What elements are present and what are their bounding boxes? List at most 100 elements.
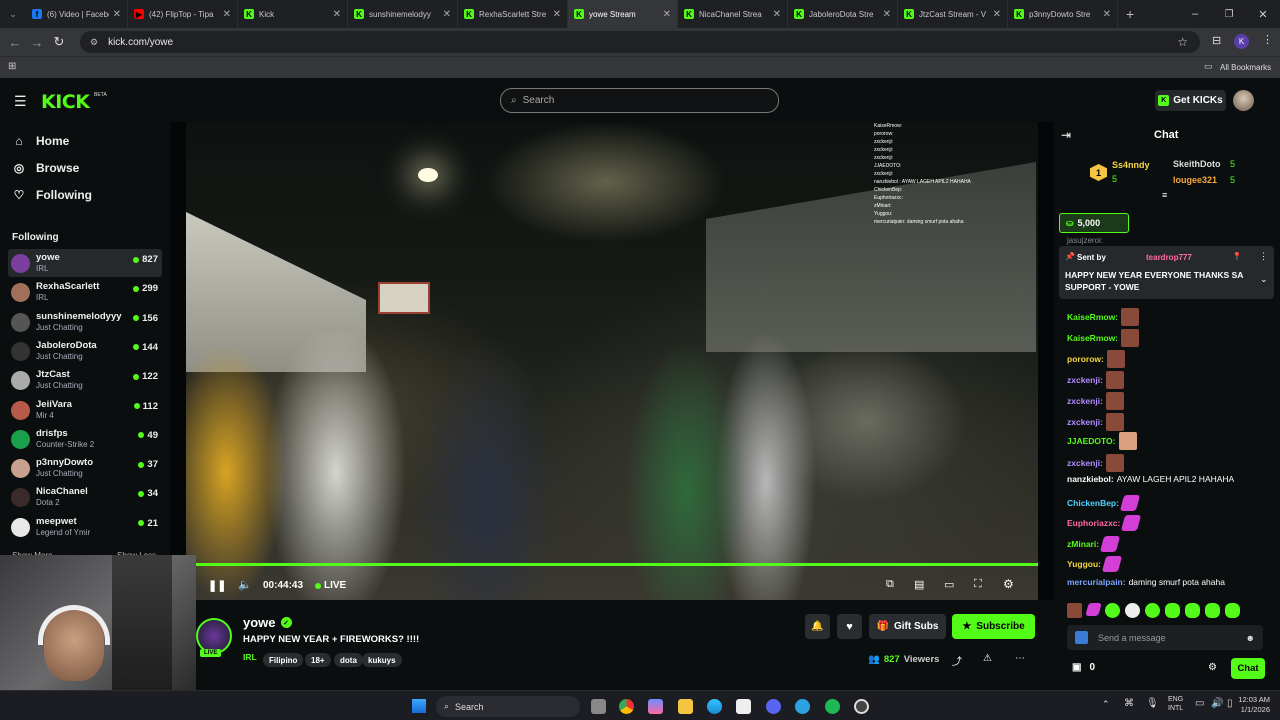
sidebar-nav-browse[interactable]: ◎ Browse bbox=[12, 161, 80, 175]
fullscreen-icon[interactable]: ⛶ bbox=[974, 578, 982, 591]
kick-logo[interactable]: KICK bbox=[41, 91, 90, 113]
browser-tab[interactable]: K NicaChanel Strea ✕ bbox=[678, 0, 788, 28]
tab-close-icon[interactable]: ✕ bbox=[113, 9, 121, 20]
pinned-user[interactable]: teardrop777 bbox=[1146, 253, 1192, 262]
stream-tag[interactable]: 18+ bbox=[305, 653, 331, 667]
subscribe-button[interactable]: ★ Subscribe bbox=[952, 614, 1035, 639]
emote-4[interactable] bbox=[1125, 603, 1140, 618]
chrome-icon[interactable] bbox=[619, 699, 634, 714]
pinned-more-icon[interactable]: ⋮ bbox=[1259, 251, 1268, 262]
report-icon[interactable]: ⚠ bbox=[983, 653, 992, 664]
followed-channel[interactable]: JeiiVara Mir 4 112 bbox=[8, 396, 162, 424]
chat-username[interactable]: zxckenji: bbox=[1067, 396, 1103, 406]
copilot-icon[interactable] bbox=[648, 699, 663, 714]
followed-channel[interactable]: NicaChanel Dota 2 34 bbox=[8, 483, 162, 511]
browser-tab[interactable]: f (6) Video | Facebo ✕ bbox=[26, 0, 128, 28]
followed-channel[interactable]: JtzCast Just Chatting 122 bbox=[8, 366, 162, 394]
all-bookmarks-link[interactable]: All Bookmarks bbox=[1220, 63, 1271, 72]
tray-chevron-icon[interactable]: ⌃ bbox=[1102, 699, 1110, 710]
chat-username[interactable]: zxckenji: bbox=[1067, 375, 1103, 385]
kicks-goal-badge[interactable]: ⛀ 5,000 bbox=[1059, 213, 1129, 233]
apps-icon[interactable]: ⊞ bbox=[8, 61, 16, 72]
pause-icon[interactable]: ❚❚ bbox=[208, 579, 226, 592]
channel-name[interactable]: yowe ✓ bbox=[243, 615, 292, 630]
reload-button[interactable]: ↻ bbox=[48, 31, 70, 53]
network-icon[interactable]: ⌘ bbox=[1124, 698, 1134, 709]
browser-tab[interactable]: Kp3nnyDowto Stre ✕ bbox=[1008, 0, 1118, 28]
language-indicator[interactable]: ENG INTL bbox=[1168, 695, 1183, 713]
display-icon[interactable]: ▭ bbox=[1195, 698, 1204, 709]
followed-channel[interactable]: sunshinemelodyyy Just Chatting 156 bbox=[8, 308, 162, 336]
emote-1[interactable] bbox=[1067, 603, 1082, 618]
tab-close-icon[interactable]: ✕ bbox=[553, 9, 561, 20]
tab-close-icon[interactable]: ✕ bbox=[1103, 9, 1111, 20]
sidebar-nav-home[interactable]: ⌂ Home bbox=[12, 134, 69, 148]
browser-tab[interactable]: K JtzCast Stream - V ✕ bbox=[898, 0, 1008, 28]
chat-username[interactable]: zMinari: bbox=[1067, 539, 1099, 549]
expand-leaders-icon[interactable]: ≡ bbox=[1162, 190, 1167, 200]
emote-9[interactable] bbox=[1225, 603, 1240, 618]
tab-close-icon[interactable]: ✕ bbox=[993, 9, 1001, 20]
chat-username[interactable]: pororow: bbox=[1067, 354, 1104, 364]
tab-close-icon[interactable]: ✕ bbox=[773, 9, 781, 20]
url-field[interactable]: ⚙ kick.com/yowe ☆ bbox=[80, 31, 1200, 53]
tab-close-icon[interactable]: ✕ bbox=[443, 9, 451, 20]
stream-tag[interactable]: dota bbox=[334, 653, 363, 667]
leader-name-2[interactable]: SkeithDoto bbox=[1173, 159, 1221, 169]
chat-username[interactable]: Yuggou: bbox=[1067, 559, 1101, 569]
forward-button[interactable]: → bbox=[26, 31, 48, 53]
discord-icon[interactable] bbox=[766, 699, 781, 714]
tab-close-icon[interactable]: ✕ bbox=[663, 9, 671, 20]
leader-name-3[interactable]: lougee321 bbox=[1173, 175, 1217, 185]
volume-icon[interactable]: 🔈 bbox=[238, 578, 252, 591]
tab-close-icon[interactable]: ✕ bbox=[223, 9, 231, 20]
store-icon[interactable] bbox=[736, 699, 751, 714]
chat-username[interactable]: zxckenji: bbox=[1067, 417, 1103, 427]
stream-tag[interactable]: Filipino bbox=[263, 653, 304, 667]
profile-avatar[interactable]: K bbox=[1234, 34, 1249, 49]
extensions-icon[interactable]: ⊟ bbox=[1212, 34, 1221, 47]
theater-mode-icon[interactable]: ▭ bbox=[944, 578, 954, 591]
browser-tab[interactable]: K Kick ✕ bbox=[238, 0, 348, 28]
kick-emote-icon[interactable] bbox=[1075, 631, 1088, 644]
minimize-button[interactable]: – bbox=[1178, 8, 1212, 20]
clock[interactable]: 12:03 AM 1/1/2026 bbox=[1232, 695, 1270, 715]
task-view-icon[interactable] bbox=[591, 699, 606, 714]
chat-username[interactable]: Euphoriazxc: bbox=[1067, 518, 1120, 528]
start-icon[interactable] bbox=[411, 698, 427, 714]
send-chat-button[interactable]: Chat bbox=[1231, 658, 1265, 679]
pip-icon[interactable]: ⧉ bbox=[886, 578, 894, 591]
back-button[interactable]: ← bbox=[4, 31, 26, 53]
chat-settings-icon[interactable]: ⚙ bbox=[1208, 662, 1217, 673]
channel-points[interactable]: ▣ 0 bbox=[1072, 662, 1095, 673]
hamburger-menu-icon[interactable]: ☰ bbox=[14, 93, 27, 110]
speaker-icon[interactable]: 🔊 bbox=[1211, 698, 1223, 709]
browser-tab[interactable]: Ksunshinemelodyy ✕ bbox=[348, 0, 458, 28]
new-tab-button[interactable]: + bbox=[1126, 6, 1134, 22]
spotify-icon[interactable] bbox=[825, 699, 840, 714]
tab-close-icon[interactable]: ✕ bbox=[883, 9, 891, 20]
tab-close-icon[interactable]: ✕ bbox=[333, 9, 341, 20]
notification-bell-button[interactable]: 🔔 bbox=[805, 614, 830, 639]
followed-channel[interactable]: JaboleroDota Just Chatting 144 bbox=[8, 337, 162, 365]
chat-username[interactable]: JJAEDOTO: bbox=[1067, 436, 1116, 446]
followed-channel[interactable]: p3nnyDowto Just Chatting 37 bbox=[8, 454, 162, 482]
stream-category[interactable]: IRL bbox=[243, 652, 257, 662]
emote-7[interactable] bbox=[1185, 603, 1200, 618]
emote-5[interactable] bbox=[1145, 603, 1160, 618]
follow-heart-button[interactable]: ♥ bbox=[837, 614, 862, 639]
video-player[interactable]: KaiseRmow: pororow: zxckenji: zxckenji: zxck… bbox=[170, 122, 1054, 600]
followed-channel[interactable]: RexhaScarlett IRL 299 bbox=[8, 278, 162, 306]
clip-icon[interactable]: ▤ bbox=[914, 578, 924, 591]
unpin-icon[interactable]: 📍 bbox=[1232, 252, 1242, 261]
emote-3[interactable] bbox=[1105, 603, 1120, 618]
browser-tab[interactable]: ▶ (42) FlipTop - Tipa ✕ bbox=[128, 0, 238, 28]
stream-tag[interactable]: kukuys bbox=[362, 653, 402, 667]
followed-channel[interactable]: drisfps Counter-Strike 2 49 bbox=[8, 425, 162, 453]
emote-8[interactable] bbox=[1205, 603, 1220, 618]
get-kicks-button[interactable]: K Get KICKs bbox=[1155, 90, 1226, 111]
chat-username[interactable]: nanzkiebol: bbox=[1067, 474, 1114, 484]
browser-tab[interactable]: Kyowe Stream ✕ bbox=[568, 0, 678, 28]
taskbar-search[interactable]: ⌕ Search bbox=[436, 696, 580, 717]
browser-tab[interactable]: K JaboleroDota Stre ✕ bbox=[788, 0, 898, 28]
